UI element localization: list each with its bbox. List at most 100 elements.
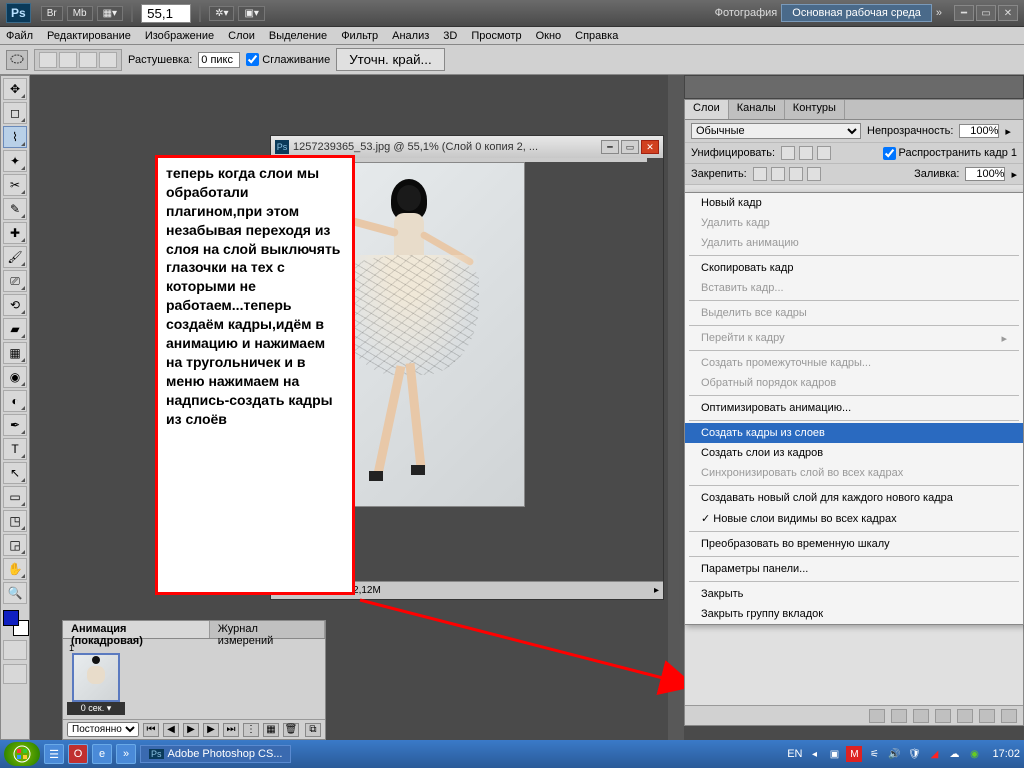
tray-icon-2[interactable]: ▣ (826, 746, 842, 762)
screenmode-button[interactable]: ▣▾ (238, 6, 264, 21)
feather-input[interactable] (198, 52, 240, 68)
measurement-log-tab[interactable]: Журнал измерений (210, 621, 325, 638)
menu-window[interactable]: Окно (536, 30, 562, 42)
lock-all-icon[interactable] (807, 167, 821, 181)
menu-item[interactable]: Оптимизировать анимацию... (685, 398, 1023, 418)
start-button[interactable] (4, 742, 40, 766)
active-tool-lasso-icon[interactable] (6, 50, 28, 70)
screenmode-toggle[interactable] (3, 664, 27, 684)
paths-tab[interactable]: Контуры (785, 100, 845, 119)
fill-input[interactable] (965, 167, 1005, 181)
new-layer-icon[interactable] (979, 709, 995, 723)
lock-transparent-icon[interactable] (753, 167, 767, 181)
workspace-switch[interactable]: Основная рабочая среда (781, 4, 932, 22)
tray-icon-network[interactable]: ⚟ (866, 746, 882, 762)
layer-style-icon[interactable] (891, 709, 907, 723)
play-button[interactable]: ▶ (183, 723, 199, 737)
doc-minimize-button[interactable]: ━ (601, 140, 619, 154)
last-frame-button[interactable]: ⏭ (223, 723, 239, 737)
menu-item[interactable]: Закрыть группу вкладок (685, 604, 1023, 624)
duplicate-frame-button[interactable]: ▦ (263, 723, 279, 737)
menu-image[interactable]: Изображение (145, 30, 214, 42)
layers-tab[interactable]: Слои (685, 100, 729, 119)
lasso-tool[interactable]: ⌇ (3, 126, 27, 148)
tray-icon-volume[interactable]: 🔊 (886, 746, 902, 762)
tray-icon-5[interactable]: ☁ (946, 746, 962, 762)
collapsed-panels[interactable] (668, 75, 684, 740)
color-swatch[interactable] (3, 610, 29, 636)
menu-item[interactable]: Новые слои видимы во всех кадрах (685, 508, 1023, 529)
menu-edit[interactable]: Редактирование (47, 30, 131, 42)
quicklaunch-more[interactable]: » (116, 744, 136, 764)
next-frame-button[interactable]: ▶ (203, 723, 219, 737)
status-scroll-right-icon[interactable]: ▸ (654, 585, 659, 596)
eraser-tool[interactable]: ▰ (3, 318, 27, 340)
frame-thumbnail[interactable] (72, 653, 120, 702)
zoom-input[interactable] (141, 4, 191, 23)
eyedropper-tool[interactable]: ✎ (3, 198, 27, 220)
unify-style-icon[interactable] (817, 146, 831, 160)
unify-visibility-icon[interactable] (799, 146, 813, 160)
menu-item[interactable]: Создавать новый слой для каждого нового … (685, 488, 1023, 508)
wand-tool[interactable]: ✦ (3, 150, 27, 172)
menu-layer[interactable]: Слои (228, 30, 255, 42)
minibridge-button[interactable]: Mb (67, 6, 93, 21)
selection-subtract-icon[interactable] (79, 52, 97, 68)
timeline-mode-button[interactable]: ⧉ (305, 723, 321, 737)
shape-tool[interactable]: ▭ (3, 486, 27, 508)
adjustment-layer-icon[interactable] (935, 709, 951, 723)
brush-tool[interactable]: 🖌 (3, 246, 27, 268)
blur-tool[interactable]: ◉ (3, 366, 27, 388)
3d-tool[interactable]: ◳ (3, 510, 27, 532)
marquee-tool[interactable]: ◻ (3, 102, 27, 124)
tween-button[interactable]: ⋮ (243, 723, 259, 737)
maximize-button[interactable]: ▭ (976, 5, 996, 21)
gradient-tool[interactable]: ▦ (3, 342, 27, 364)
minimize-button[interactable]: ━ (954, 5, 974, 21)
group-icon[interactable] (957, 709, 973, 723)
bridge-button[interactable]: Br (41, 6, 63, 21)
healing-tool[interactable]: ✚ (3, 222, 27, 244)
taskbar-clock[interactable]: 17:02 (992, 748, 1020, 760)
dodge-tool[interactable]: ◐ (3, 390, 27, 412)
tray-icon-1[interactable]: ◂ (806, 746, 822, 762)
menu-select[interactable]: Выделение (269, 30, 327, 42)
tray-icon-av[interactable]: ◢ (926, 746, 942, 762)
propagate-checkbox[interactable]: Распространить кадр 1 (883, 147, 1017, 160)
doc-maximize-button[interactable]: ▭ (621, 140, 639, 154)
menu-item[interactable]: Скопировать кадр (685, 258, 1023, 278)
tray-icon-shield[interactable]: 🛡 (906, 746, 922, 762)
tray-icon-6[interactable]: ◉ (966, 746, 982, 762)
animation-tab[interactable]: Анимация (покадровая) (63, 621, 210, 638)
fill-flyout-icon[interactable]: ▸ (1011, 168, 1017, 181)
menu-3d[interactable]: 3D (443, 30, 457, 42)
zoom-tool[interactable]: 🔍 (3, 582, 27, 604)
menu-file[interactable]: Файл (6, 30, 33, 42)
menu-item[interactable]: Параметры панели... (685, 559, 1023, 579)
arrange-button[interactable]: ✲▾ (209, 6, 234, 21)
animation-frame[interactable]: 1 0 сек. ▾ (67, 643, 125, 715)
selection-add-icon[interactable] (59, 52, 77, 68)
animation-panel-menu[interactable]: Новый кадрУдалить кадрУдалить анимациюСк… (684, 192, 1024, 625)
history-brush-tool[interactable]: ⟲ (3, 294, 27, 316)
hand-tool[interactable]: ✋ (3, 558, 27, 580)
delete-layer-icon[interactable] (1001, 709, 1017, 723)
blend-mode-select[interactable]: Обычные (691, 123, 861, 139)
menu-item[interactable]: Преобразовать во временную шкалу (685, 534, 1023, 554)
menu-item[interactable]: Закрыть (685, 584, 1023, 604)
3d-camera-tool[interactable]: ◲ (3, 534, 27, 556)
lock-position-icon[interactable] (789, 167, 803, 181)
menu-item[interactable]: Создать слои из кадров (685, 443, 1023, 463)
close-button[interactable]: ✕ (998, 5, 1018, 21)
selection-new-icon[interactable] (39, 52, 57, 68)
menu-help[interactable]: Справка (575, 30, 618, 42)
antialias-checkbox[interactable]: Сглаживание (246, 53, 330, 66)
type-tool[interactable]: T (3, 438, 27, 460)
stamp-tool[interactable]: ⎚ (3, 270, 27, 292)
panel-dock-header[interactable] (684, 75, 1024, 99)
quicklaunch-1[interactable]: ☰ (44, 744, 64, 764)
loop-select[interactable]: Постоянно (67, 722, 139, 737)
doc-close-button[interactable]: ✕ (641, 140, 659, 154)
menu-filter[interactable]: Фильтр (341, 30, 378, 42)
refine-edge-button[interactable]: Уточн. край... (336, 48, 444, 71)
